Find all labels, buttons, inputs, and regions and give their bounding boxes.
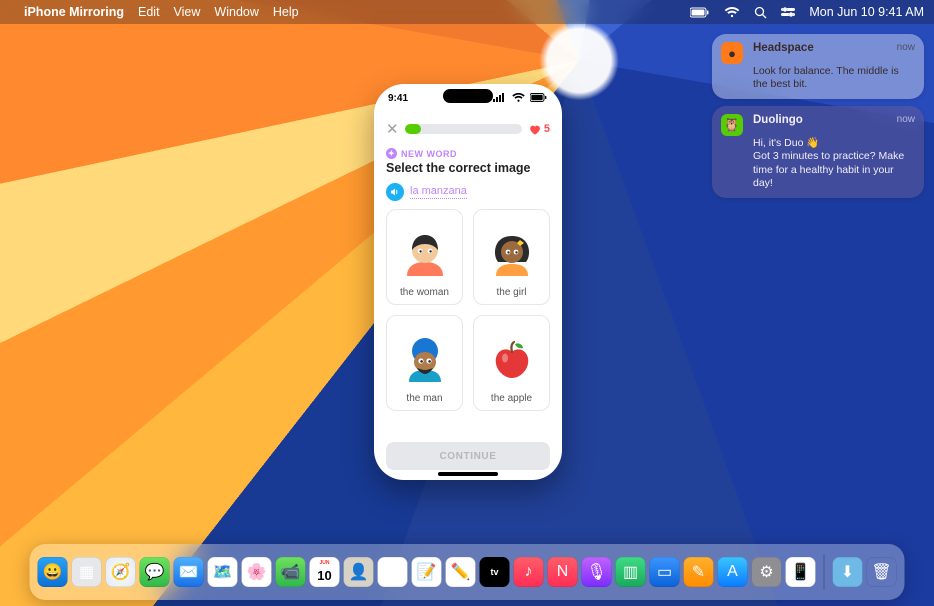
continue-button[interactable]: CONTINUE (386, 442, 550, 470)
dock-tv-icon[interactable]: tv (480, 557, 510, 587)
dock-pages-icon[interactable]: ✎ (684, 557, 714, 587)
duolingo-app-icon: 🦉 (721, 114, 743, 136)
menubar: iPhone Mirroring Edit View Window Help M… (0, 0, 934, 24)
dock-freeform-icon[interactable]: ✏️ (446, 557, 476, 587)
answer-grid: the woman the girl (386, 209, 550, 411)
option-the-girl[interactable]: the girl (473, 209, 550, 305)
speak-word-text: la manzana (410, 185, 467, 199)
menubar-app-name[interactable]: iPhone Mirroring (24, 5, 124, 19)
close-icon[interactable]: ✕ (386, 120, 399, 138)
dock-mail-icon[interactable]: ✉️ (174, 557, 204, 587)
dock-finder-icon[interactable]: 😀 (38, 557, 68, 587)
option-label: the woman (400, 287, 449, 298)
phone-time: 9:41 (388, 93, 408, 104)
option-label: the man (406, 393, 442, 404)
sparkle-icon: ✦ (386, 148, 397, 159)
notification-title: Headspace (753, 42, 889, 64)
notification-headspace[interactable]: ● Headspace now Look for balance. The mi… (712, 34, 924, 99)
notification-body: Hi, it's Duo 👋 Got 3 minutes to practice… (753, 137, 915, 190)
dock-facetime-icon[interactable]: 📹 (276, 557, 306, 587)
iphone-mirror-window[interactable]: 9:41 ✕ 5 ✦ NEW WORD Select the correct i… (374, 84, 562, 480)
duolingo-lesson-screen: ✕ 5 ✦ NEW WORD Select the correct image … (374, 112, 562, 480)
dock-launchpad-icon[interactable]: ▦ (72, 557, 102, 587)
dock-messages-icon[interactable]: 💬 (140, 557, 170, 587)
dock-music-icon[interactable]: ♪ (514, 557, 544, 587)
phone-statusbar: 9:41 (374, 90, 562, 106)
dock-calendar-icon[interactable]: JUN10 (310, 557, 340, 587)
hearts-counter[interactable]: 5 (528, 123, 550, 136)
dock-numbers-icon[interactable]: ▥ (616, 557, 646, 587)
notification-time: now (897, 114, 915, 136)
speaker-icon[interactable] (386, 183, 404, 201)
dock-divider (824, 554, 825, 590)
girl-illustration (484, 228, 540, 284)
dock-trash-icon[interactable]: 🗑 (867, 557, 897, 587)
wifi-icon[interactable] (724, 7, 740, 18)
notification-title: Duolingo (753, 114, 889, 136)
dock-maps-icon[interactable]: 🗺️ (208, 557, 238, 587)
menu-window[interactable]: Window (214, 5, 258, 19)
menu-view[interactable]: View (174, 5, 201, 19)
option-the-woman[interactable]: the woman (386, 209, 463, 305)
dock-contacts-icon[interactable]: 👤 (344, 557, 374, 587)
menu-edit[interactable]: Edit (138, 5, 160, 19)
dock-notes-icon[interactable]: 📝 (412, 557, 442, 587)
home-indicator[interactable] (438, 472, 498, 476)
notification-stack: ● Headspace now Look for balance. The mi… (712, 34, 924, 198)
badge-text: NEW WORD (401, 149, 457, 159)
dock-mirroring-icon[interactable]: 📱 (786, 557, 816, 587)
dock: 😀▦🧭💬✉️🗺️🌸📹JUN10👤☰📝✏️tv♪N🎙▥▭✎A⚙📱 ⬇🗑 (30, 544, 905, 600)
spotlight-icon[interactable] (754, 6, 767, 19)
dock-appstore-icon[interactable]: A (718, 557, 748, 587)
dock-reminders-icon[interactable]: ☰ (378, 557, 408, 587)
control-center-icon[interactable] (781, 6, 795, 18)
dock-photos-icon[interactable]: 🌸 (242, 557, 272, 587)
menu-help[interactable]: Help (273, 5, 299, 19)
option-label: the apple (491, 393, 532, 404)
new-word-badge: ✦ NEW WORD (386, 148, 550, 159)
speak-word-row[interactable]: la manzana (386, 183, 550, 201)
dock-news-icon[interactable]: N (548, 557, 578, 587)
dock-settings-icon[interactable]: ⚙ (752, 557, 782, 587)
lesson-prompt: Select the correct image (386, 161, 550, 175)
notification-body: Look for balance. The middle is the best… (753, 65, 915, 91)
dock-podcasts-icon[interactable]: 🎙 (582, 557, 612, 587)
notification-time: now (897, 42, 915, 64)
dock-safari-icon[interactable]: 🧭 (106, 557, 136, 587)
notification-duolingo[interactable]: 🦉 Duolingo now Hi, it's Duo 👋 Got 3 minu… (712, 106, 924, 198)
headspace-app-icon: ● (721, 42, 743, 64)
hearts-count: 5 (544, 123, 550, 135)
option-the-apple[interactable]: the apple (473, 315, 550, 411)
phone-status-icons (493, 93, 548, 104)
apple-illustration (484, 334, 540, 390)
dock-keynote-icon[interactable]: ▭ (650, 557, 680, 587)
man-illustration (397, 334, 453, 390)
lesson-progress-bar (405, 124, 522, 134)
dock-downloads-icon[interactable]: ⬇ (833, 557, 863, 587)
option-the-man[interactable]: the man (386, 315, 463, 411)
battery-icon[interactable] (690, 7, 710, 18)
menubar-clock[interactable]: Mon Jun 10 9:41 AM (809, 5, 924, 19)
woman-illustration (397, 228, 453, 284)
option-label: the girl (496, 287, 526, 298)
